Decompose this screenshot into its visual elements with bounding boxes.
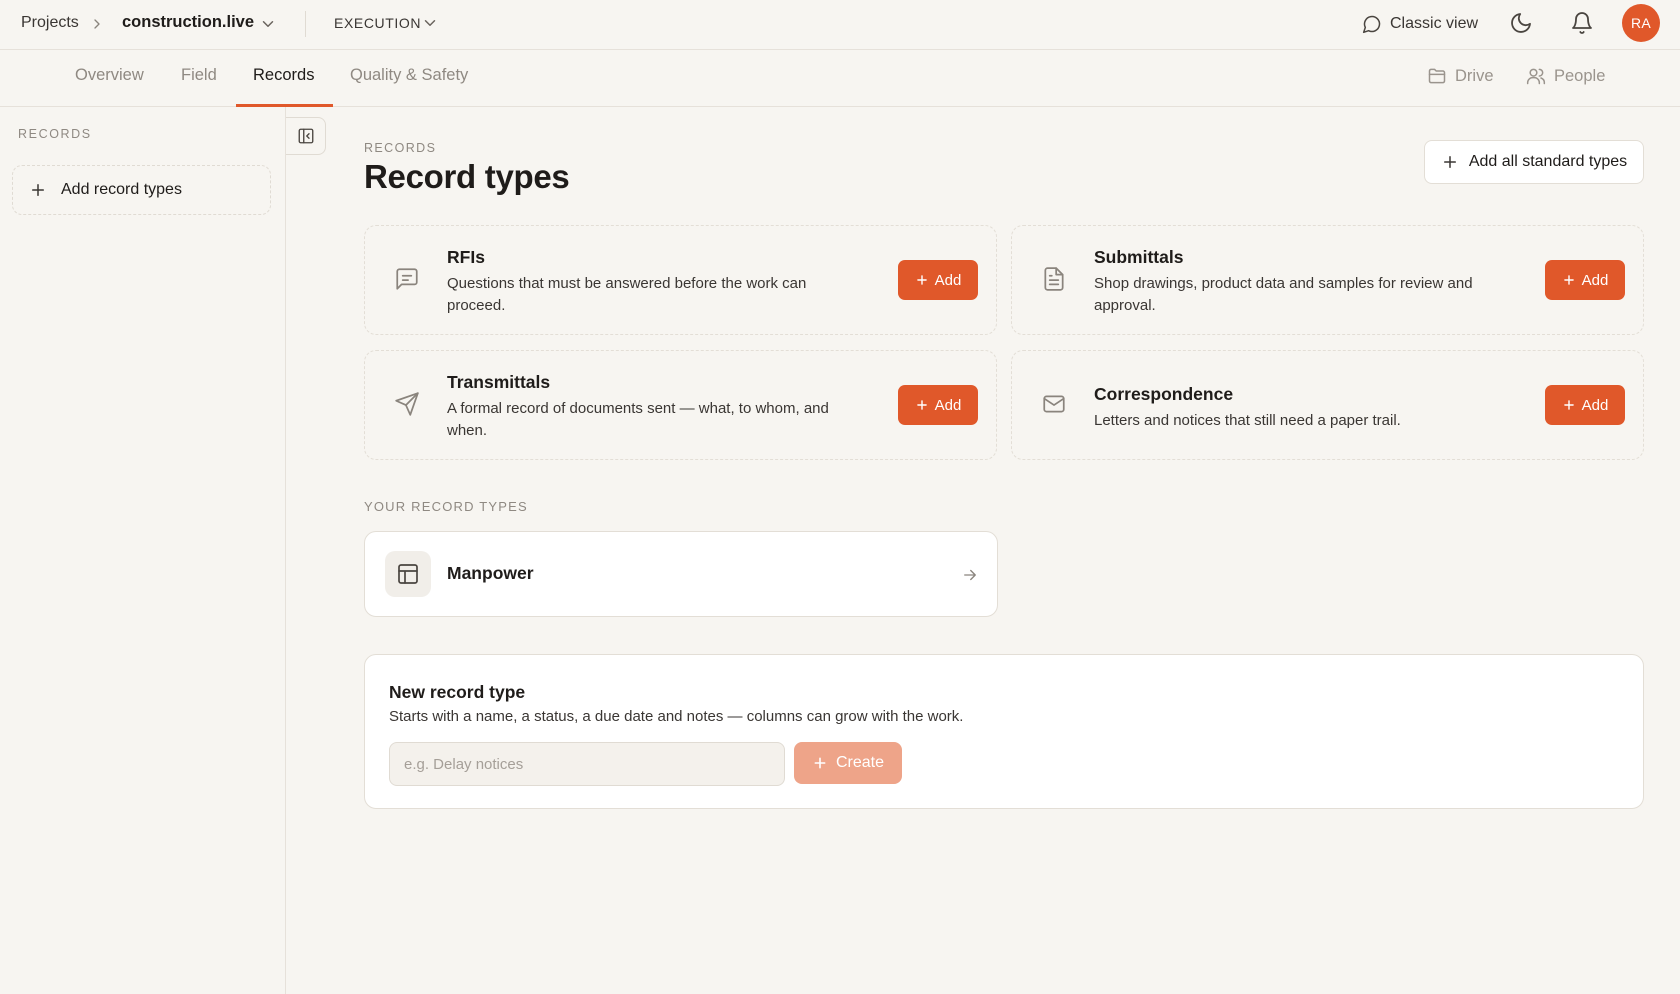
bell-icon[interactable] [1570,11,1594,35]
type-description: Questions that must be answered before t… [447,275,807,314]
folder-icon [1427,66,1447,86]
add-all-standard-types-label: Add all standard types [1468,153,1628,170]
tab-field[interactable]: Field [181,66,217,107]
add-transmittals-button[interactable]: Add [898,385,978,425]
add-rfis-button[interactable]: Add [898,260,978,300]
type-title: Correspondence [1094,384,1234,404]
plus-icon [1562,273,1576,287]
plus-icon [1562,398,1576,412]
moon-icon[interactable] [1509,11,1533,35]
chevron-down-icon[interactable] [259,15,277,33]
breadcrumb-project-name[interactable]: construction.live [122,13,254,32]
sub-navigation: Overview Field Records Quality & Safety … [0,50,1680,107]
your-record-types-heading: YOUR RECORD TYPES [364,499,528,514]
send-icon [394,391,420,417]
drive-link[interactable]: Drive [1427,66,1494,86]
type-title: Transmittals [447,372,551,392]
create-button[interactable]: Create [794,742,902,784]
new-record-type-panel: New record type Starts with a name, a st… [364,654,1644,809]
standard-type-card-correspondence: Correspondence Letters and notices that … [1011,350,1644,460]
record-type-name-input[interactable] [389,742,785,786]
users-icon [1526,66,1546,86]
topbar-divider [305,11,306,37]
people-link[interactable]: People [1526,66,1605,86]
collapse-sidebar-button[interactable] [286,117,326,155]
plus-icon [915,273,929,287]
file-text-icon [1041,266,1067,292]
type-description: Letters and notices that still need a pa… [1094,412,1401,429]
avatar[interactable]: RA [1622,4,1660,42]
plus-icon [29,181,47,199]
add-label: Add [934,271,962,289]
add-label: Add [1581,271,1609,289]
create-label: Create [835,754,885,771]
add-correspondence-button[interactable]: Add [1545,385,1625,425]
message-square-icon [394,266,420,292]
sidebar: RECORDS Add record types [0,107,286,994]
new-record-type-description: Starts with a name, a status, a due date… [389,708,964,725]
classic-view-button[interactable]: Classic view [1362,9,1478,39]
type-description: A formal record of documents sent — what… [447,400,829,439]
chevron-down-icon[interactable] [421,14,439,32]
add-submittals-button[interactable]: Add [1545,260,1625,300]
chevron-right-icon [89,16,105,32]
type-title: RFIs [447,247,485,267]
standard-type-card-rfis: RFIs Questions that must be answered bef… [364,225,997,335]
add-all-standard-types-button[interactable]: Add all standard types [1424,140,1644,184]
mail-icon [1041,391,1067,417]
record-type-row-manpower[interactable]: Manpower [364,531,998,617]
record-type-name: Manpower [447,563,534,583]
tab-quality-safety[interactable]: Quality & Safety [350,66,468,107]
add-label: Add [934,396,962,414]
classic-view-label: Classic view [1390,15,1479,32]
arrow-right-icon [961,566,979,584]
table-icon [385,551,431,597]
plus-icon [1441,153,1459,171]
sidebar-heading: RECORDS [18,127,92,141]
message-circle-icon [1362,14,1382,34]
add-record-types-label: Add record types [61,181,182,198]
type-title: Submittals [1094,247,1184,267]
phase-selector[interactable]: EXECUTION [334,15,421,31]
add-record-types-button[interactable]: Add record types [12,165,271,215]
standard-type-card-submittals: Submittals Shop drawings, product data a… [1011,225,1644,335]
breadcrumb-projects-link[interactable]: Projects [21,14,79,32]
new-record-type-title: New record type [389,682,526,702]
plus-icon [812,755,828,771]
section-eyebrow: RECORDS [364,141,437,155]
type-description: Shop drawings, product data and samples … [1094,275,1473,314]
add-label: Add [1581,396,1609,414]
page-title: Record types [364,158,570,195]
tab-overview[interactable]: Overview [75,66,144,107]
drive-label: Drive [1455,66,1494,85]
top-bar: Projects construction.live EXECUTION Cla… [0,0,1680,50]
standard-type-card-transmittals: Transmittals A formal record of document… [364,350,997,460]
plus-icon [915,398,929,412]
panel-left-icon [297,127,315,145]
people-label: People [1554,66,1606,85]
tab-records[interactable]: Records [253,66,314,107]
